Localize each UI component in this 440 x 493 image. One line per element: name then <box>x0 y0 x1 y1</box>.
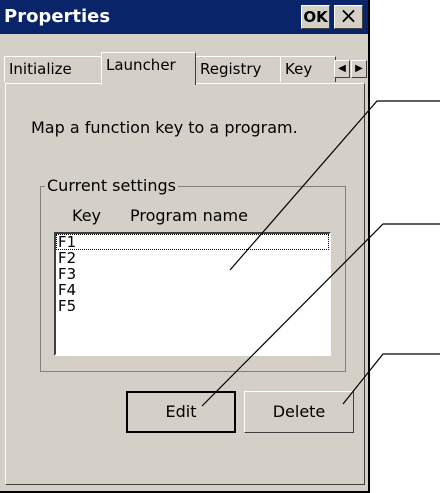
description-text: Map a function key to a program. <box>31 118 298 137</box>
tab-registry[interactable]: Registry <box>195 56 281 82</box>
properties-dialog: Properties OK × Initialize Launcher Regi… <box>0 0 370 493</box>
ok-button[interactable]: OK <box>301 5 330 29</box>
tab-launcher[interactable]: Launcher <box>101 52 196 85</box>
column-header-key: Key <box>72 206 102 225</box>
tab-initialize[interactable]: Initialize <box>4 56 102 82</box>
list-item[interactable]: F5 <box>56 298 329 314</box>
title-bar: Properties OK × <box>0 0 368 34</box>
list-item[interactable]: F4 <box>56 282 329 298</box>
key-list[interactable]: F1 F2 F3 F4 F5 <box>54 232 331 356</box>
list-item[interactable]: F3 <box>56 266 329 282</box>
column-header-program: Program name <box>130 206 248 225</box>
tab-scroll-left-icon[interactable]: ◀ <box>334 60 350 78</box>
group-legend: Current settings <box>45 176 178 195</box>
delete-button[interactable]: Delete <box>244 391 354 433</box>
dialog-title: Properties <box>4 6 111 27</box>
edit-button[interactable]: Edit <box>126 391 236 433</box>
close-button[interactable]: × <box>334 5 363 29</box>
tab-key[interactable]: Key <box>280 56 336 82</box>
list-item[interactable]: F2 <box>56 250 329 266</box>
tab-scroll-right-icon[interactable]: ▶ <box>351 60 367 78</box>
tab-strip: Initialize Launcher Registry Key ◀ ▶ <box>0 34 368 85</box>
list-item[interactable]: F1 <box>56 234 329 250</box>
